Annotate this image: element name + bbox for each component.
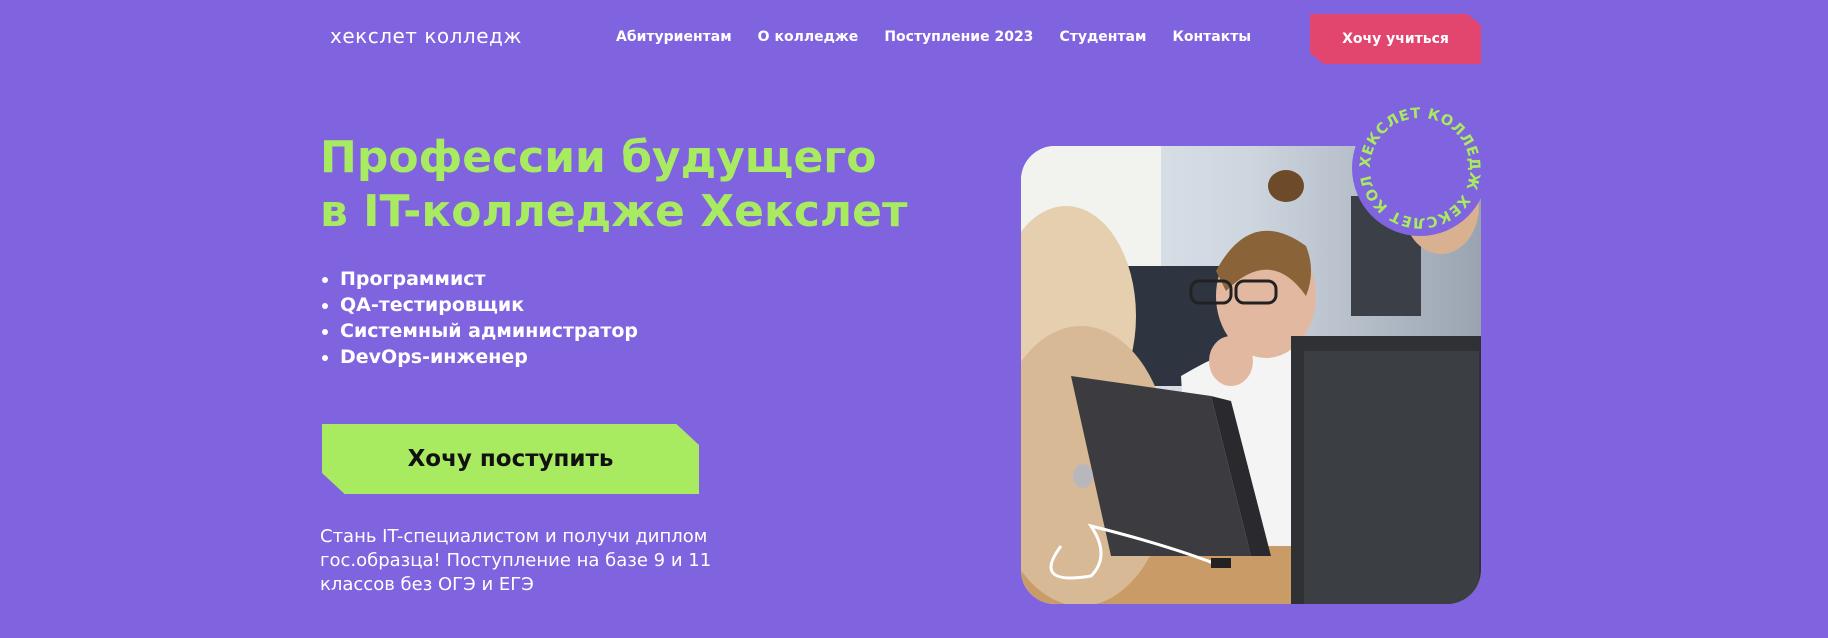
professions-list: Программист QA-тестировщик Системный адм… xyxy=(320,266,638,370)
hero-title-line-2: в IT-колледже Хекслет xyxy=(320,186,908,237)
main-nav: Абитуриентам О колледже Поступление 2023… xyxy=(616,29,1251,45)
badge-text: ХЕКСЛЕТ КОЛЛЕДЖ ХЕКСЛЕТ КОЛЛЕДЖ xyxy=(1352,100,1482,230)
profession-item: QA-тестировщик xyxy=(340,292,638,318)
circular-text-badge: ХЕКСЛЕТ КОЛЛЕДЖ ХЕКСЛЕТ КОЛЛЕДЖ xyxy=(1352,100,1482,230)
hero-title: Профессии будущего в IT-колледже Хекслет xyxy=(320,131,960,239)
nav-item-admission[interactable]: Поступление 2023 xyxy=(884,29,1033,45)
hero-title-line-1: Профессии будущего xyxy=(320,132,877,183)
nav-item-about[interactable]: О колледже xyxy=(758,29,859,45)
profession-item: DevOps-инженер xyxy=(340,344,638,370)
want-to-study-button[interactable]: Хочу учиться xyxy=(1310,14,1481,64)
nav-item-students[interactable]: Студентам xyxy=(1059,29,1146,45)
logo[interactable]: хекслет колледж xyxy=(330,24,522,48)
profession-item: Системный администратор xyxy=(340,318,638,344)
nav-item-contacts[interactable]: Контакты xyxy=(1172,29,1251,45)
nav-item-applicants[interactable]: Абитуриентам xyxy=(616,29,732,45)
profession-item: Программист xyxy=(340,266,638,292)
svg-text:ХЕКСЛЕТ КОЛЛЕДЖ ХЕКСЛЕТ КОЛЛЕД: ХЕКСЛЕТ КОЛЛЕДЖ ХЕКСЛЕТ КОЛЛЕДЖ xyxy=(1352,100,1482,230)
hero-description: Стань IT-специалистом и получи диплом го… xyxy=(320,526,712,595)
apply-button[interactable]: Хочу поступить xyxy=(322,424,699,494)
college-badge: ХЕКСЛЕТ КОЛЛЕДЖ ХЕКСЛЕТ КОЛЛЕДЖ xyxy=(1352,100,1488,236)
